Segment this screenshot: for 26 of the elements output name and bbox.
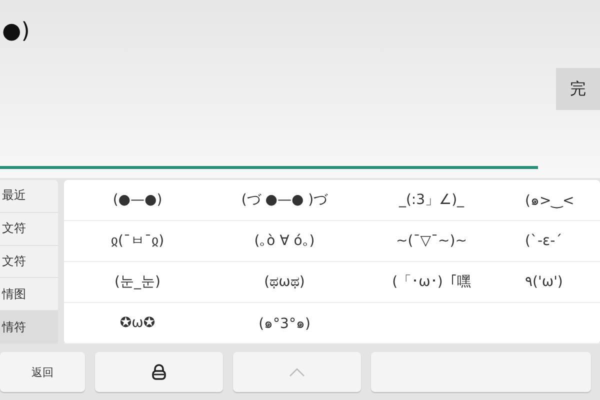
category-tab[interactable]: 情符 <box>0 311 58 344</box>
key[interactable] <box>371 352 591 392</box>
emoticon[interactable]: ٩('ω') <box>525 274 563 290</box>
up-key[interactable] <box>233 352 361 392</box>
category-tab[interactable]: 文符 <box>0 212 58 246</box>
emoticon[interactable]: (`-ε-´ <box>525 233 562 249</box>
emoticon[interactable]: (｡ò ∀ ó｡) <box>254 233 315 249</box>
emoticon[interactable]: _(:3」∠)_ <box>398 191 464 209</box>
lock-icon <box>152 364 166 380</box>
emoticon[interactable]: (ಥωಥ) <box>264 274 305 290</box>
category-tab[interactable]: 最近 <box>0 180 58 213</box>
category-tab[interactable]: 文符 <box>0 246 58 278</box>
caret-up-icon <box>289 368 305 376</box>
input-text: ●) <box>2 18 31 44</box>
emoticon[interactable]: ~(¯▽¯~)~ <box>396 233 467 249</box>
emoticon[interactable]: ✪ω✪ <box>120 315 156 331</box>
emoticon[interactable]: (●—●) <box>112 192 162 208</box>
done-button[interactable]: 完 <box>556 68 600 110</box>
emoticon[interactable]: (눈_눈) <box>114 273 160 291</box>
back-key[interactable]: 返回 <box>0 352 85 392</box>
emoticon[interactable]: (๑°3°๑) <box>258 312 310 334</box>
emoticon[interactable]: (づ ●—● )づ <box>241 191 328 209</box>
lock-key[interactable] <box>95 352 223 392</box>
emoticon[interactable]: (๑>‿< <box>525 189 574 211</box>
emoticon[interactable]: (「･ω･)「嘿 <box>392 273 471 291</box>
emoticon[interactable]: ჲ(¯ㅂ¯ჲ) <box>110 232 164 250</box>
